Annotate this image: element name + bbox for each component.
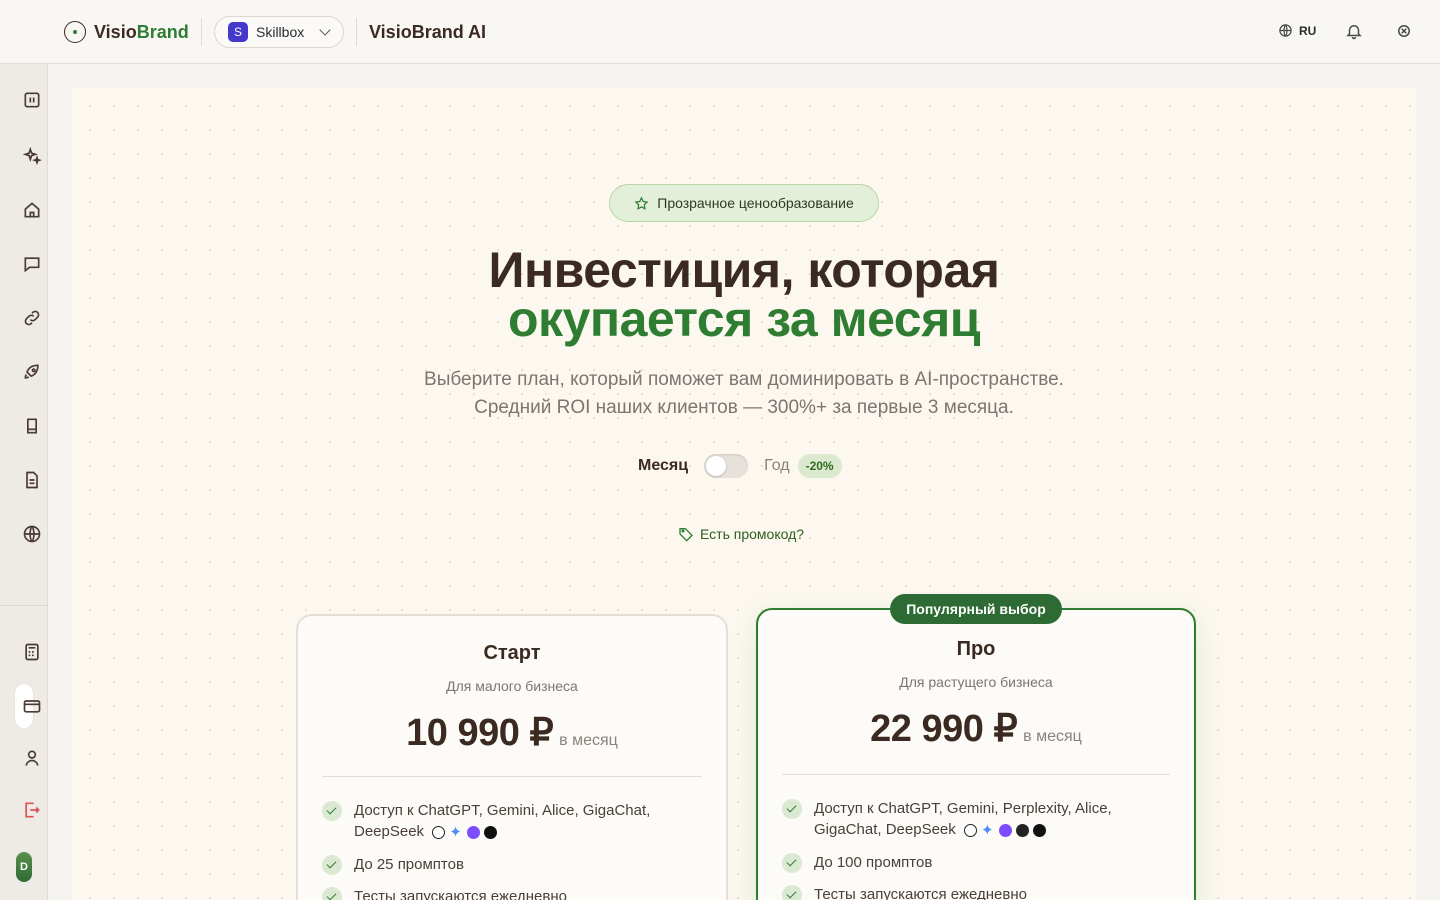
ai-models-icons: [963, 820, 1046, 841]
plan-card-start: Старт Для малого бизнеса 10 990 ₽ в месяц…: [296, 614, 728, 900]
check-icon: [322, 855, 342, 875]
app-title: VisioBrand AI: [369, 22, 487, 42]
workspace-badge: S: [228, 22, 248, 42]
gemini-icon: [449, 822, 463, 843]
page-title: Инвестиция, которая: [488, 242, 1000, 298]
divider: [356, 18, 357, 46]
plan-price-amount: 10 990 ₽: [406, 712, 554, 754]
user-icon[interactable]: [22, 748, 42, 768]
plan-divider: [782, 774, 1170, 775]
chatgpt-icon: [963, 823, 977, 837]
plan-feature-text: До 100 промптов: [814, 854, 933, 871]
plan-feature: Доступ к ChatGPT, Gemini, Alice, GigaCha…: [322, 800, 702, 843]
document-icon[interactable]: [22, 470, 42, 490]
avatar[interactable]: D: [16, 852, 32, 882]
workspace-name: Skillbox: [256, 24, 305, 40]
plan-price-period: в месяц: [559, 732, 618, 749]
plan-price-period: в месяц: [1023, 728, 1082, 745]
alice-icon: [467, 825, 481, 839]
link-icon[interactable]: [22, 308, 42, 328]
gemini-icon: [981, 820, 995, 841]
deepseek-icon: [1032, 823, 1046, 837]
deepseek-icon: [484, 825, 498, 839]
alice-icon: [998, 823, 1012, 837]
dashboard-icon[interactable]: [22, 90, 42, 110]
plan-divider: [322, 776, 702, 777]
language-label: RU: [1299, 23, 1317, 38]
sidebar: D: [0, 64, 48, 900]
card-icon[interactable]: [22, 696, 42, 716]
calculator-icon[interactable]: [22, 642, 42, 662]
tag-icon: [679, 528, 693, 542]
check-icon: [322, 887, 342, 900]
divider: [201, 18, 202, 46]
plan-feature: До 25 промптов: [322, 854, 702, 875]
globe-icon[interactable]: [22, 524, 42, 544]
check-icon: [782, 799, 802, 819]
check-icon: [322, 801, 342, 821]
plan-feature: До 100 промптов: [782, 852, 1170, 873]
chat-icon[interactable]: [22, 254, 42, 274]
pricing-tag: Прозрачное ценообразование: [609, 184, 879, 222]
plan-price: 10 990 ₽ в месяц: [298, 710, 726, 755]
workspace-select[interactable]: S Skillbox: [214, 16, 344, 48]
plan-name: Старт: [483, 642, 541, 664]
globe-icon: [1279, 24, 1292, 37]
pricing-page: Прозрачное ценообразование Инвестиция, к…: [72, 88, 1416, 900]
plan-description: Для растущего бизнеса: [899, 674, 1053, 690]
discount-badge: -20%: [797, 454, 842, 478]
perplexity-icon: [1015, 823, 1029, 837]
plan-description: Для малого бизнеса: [446, 678, 578, 694]
billing-year-label[interactable]: Год: [764, 457, 789, 475]
language-switch[interactable]: RU: [1278, 23, 1316, 38]
theme-toggle-icon[interactable]: [1395, 22, 1413, 40]
switch-knob: [706, 456, 727, 476]
popular-badge: Популярный выбор: [890, 594, 1062, 624]
ai-models-icons: [432, 822, 498, 843]
logout-icon[interactable]: [22, 800, 42, 820]
check-icon: [782, 853, 802, 873]
home-icon[interactable]: [22, 200, 42, 220]
chevron-down-icon: [319, 24, 331, 36]
page-title-accent: окупается за месяц: [508, 291, 980, 347]
plan-card-pro: Про Для растущего бизнеса 22 990 ₽ в меся…: [756, 608, 1196, 900]
bell-icon[interactable]: [1345, 22, 1363, 40]
plan-price-amount: 22 990 ₽: [870, 708, 1018, 750]
plan-price: 22 990 ₽ в месяц: [758, 706, 1194, 751]
plan-feature: Тесты запускаются ежедневно: [322, 886, 702, 900]
billing-toggle: Месяц Год -20%: [638, 454, 842, 478]
logo-text: VisioBrand: [94, 21, 189, 42]
promo-code-label: Есть промокод?: [700, 526, 805, 542]
billing-month-label[interactable]: Месяц: [638, 457, 688, 475]
sidebar-divider: [0, 605, 48, 606]
plan-feature-text: Доступ к ChatGPT, Gemini, Alice, GigaCha…: [354, 800, 650, 843]
logo-icon: [64, 21, 86, 43]
plan-feature: Доступ к ChatGPT, Gemini, Perplexity, Al…: [782, 798, 1170, 841]
plan-feature-text: До 25 промптов: [354, 856, 464, 873]
rocket-icon[interactable]: [22, 362, 42, 382]
billing-period-switch[interactable]: [704, 454, 749, 478]
plan-feature-text: Тесты запускаются ежедневно: [814, 886, 1027, 900]
plan-feature-text: Доступ к ChatGPT, Gemini, Perplexity, Al…: [814, 798, 1112, 841]
chatgpt-icon: [432, 825, 446, 839]
plan-feature-text: Тесты запускаются ежедневно: [354, 888, 567, 900]
check-icon: [782, 885, 802, 900]
sparkles-icon[interactable]: [22, 146, 42, 166]
plan-feature: Тесты запускаются ежедневно: [782, 884, 1170, 900]
page-subtitle-roi: Средний ROI наших клиентов — 300%+ за пе…: [474, 397, 1014, 418]
top-bar: VisioBrand S Skillbox VisioBrand AI RU: [0, 0, 1440, 64]
plan-name: Про: [956, 638, 996, 660]
star-icon: [634, 195, 649, 210]
bookmark-icon[interactable]: [22, 416, 42, 436]
page-subtitle: Выберите план, который поможет вам домин…: [424, 369, 1064, 390]
promo-code-link[interactable]: Есть промокод?: [678, 526, 804, 542]
logo[interactable]: VisioBrand: [64, 20, 189, 44]
pricing-tag-label: Прозрачное ценообразование: [657, 195, 854, 211]
